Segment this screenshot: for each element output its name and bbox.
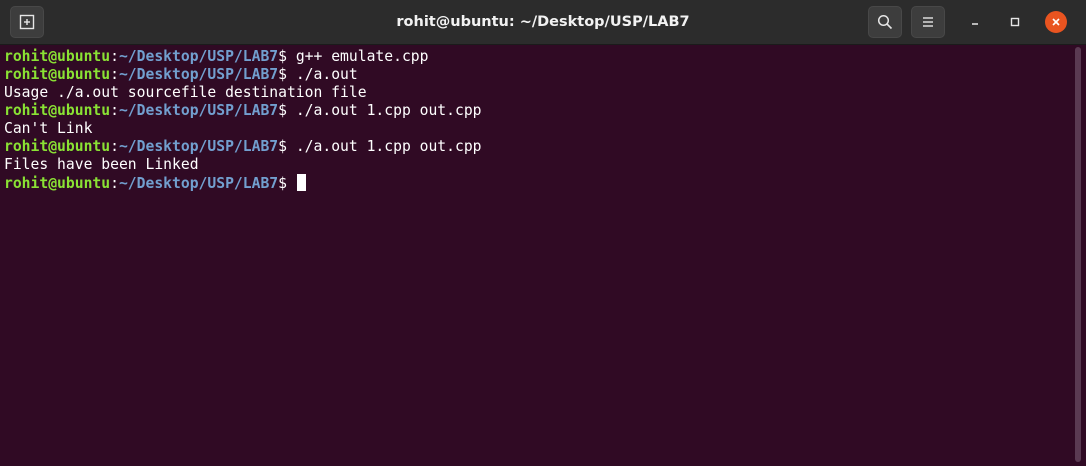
maximize-icon — [1010, 17, 1020, 27]
prompt-line: rohit@ubuntu:~/Desktop/USP/LAB7$ g++ emu… — [4, 48, 1072, 66]
new-tab-icon — [19, 14, 35, 30]
prompt-path: ~/Desktop/USP/LAB7 — [118, 102, 279, 119]
command-text: ./a.out 1.cpp out.cpp — [286, 102, 482, 119]
output-line: Can't Link — [4, 120, 93, 137]
search-button[interactable] — [868, 6, 902, 38]
prompt-line: rohit@ubuntu:~/Desktop/USP/LAB7$ ./a.out… — [4, 138, 1072, 156]
prompt-user: rohit@ubuntu — [4, 175, 111, 192]
prompt-user: rohit@ubuntu — [4, 102, 111, 119]
maximize-button[interactable] — [1004, 11, 1026, 33]
prompt-dollar: $ — [278, 175, 287, 192]
prompt-path: ~/Desktop/USP/LAB7 — [118, 66, 279, 83]
prompt-path: ~/Desktop/USP/LAB7 — [118, 175, 279, 192]
command-text: ./a.out 1.cpp out.cpp — [286, 138, 482, 155]
prompt-path: ~/Desktop/USP/LAB7 — [118, 138, 279, 155]
active-prompt-line[interactable]: rohit@ubuntu:~/Desktop/USP/LAB7$ — [4, 174, 1072, 192]
prompt-dollar: $ — [278, 66, 287, 83]
prompt-user: rohit@ubuntu — [4, 138, 111, 155]
close-button[interactable] — [1045, 11, 1067, 33]
prompt-dollar: $ — [278, 138, 287, 155]
scrollbar-thumb[interactable] — [1075, 47, 1081, 462]
prompt-colon: : — [110, 48, 119, 65]
prompt-colon: : — [110, 102, 119, 119]
command-text: g++ emulate.cpp — [286, 48, 429, 65]
prompt-dollar: $ — [278, 102, 287, 119]
scrollbar[interactable] — [1072, 45, 1086, 466]
terminal-output-area[interactable]: rohit@ubuntu:~/Desktop/USP/LAB7$ g++ emu… — [0, 45, 1072, 466]
minimize-icon — [972, 23, 978, 25]
prompt-user: rohit@ubuntu — [4, 48, 111, 65]
terminal-window: rohit@ubuntu: ~/Desktop/USP/LAB7 rohit@u… — [0, 0, 1086, 466]
search-icon — [877, 14, 893, 30]
prompt-user: rohit@ubuntu — [4, 66, 111, 83]
new-tab-button[interactable] — [10, 6, 44, 38]
prompt-dollar: $ — [278, 48, 287, 65]
title-bar: rohit@ubuntu: ~/Desktop/USP/LAB7 — [0, 0, 1086, 45]
menu-button[interactable] — [911, 6, 945, 38]
minimize-button[interactable] — [964, 11, 986, 33]
output-line: Usage ./a.out sourcefile destination fil… — [4, 84, 367, 101]
prompt-colon: : — [110, 175, 119, 192]
output-line: Files have been Linked — [4, 156, 199, 173]
prompt-colon: : — [110, 66, 119, 83]
command-input[interactable] — [287, 175, 296, 192]
prompt-line: rohit@ubuntu:~/Desktop/USP/LAB7$ ./a.out… — [4, 102, 1072, 120]
prompt-path: ~/Desktop/USP/LAB7 — [118, 48, 279, 65]
prompt-colon: : — [110, 138, 119, 155]
close-icon — [1052, 18, 1060, 26]
text-cursor — [296, 174, 306, 191]
command-text: ./a.out — [286, 66, 358, 83]
prompt-line: rohit@ubuntu:~/Desktop/USP/LAB7$ ./a.out — [4, 66, 1072, 84]
hamburger-menu-icon — [923, 17, 933, 27]
